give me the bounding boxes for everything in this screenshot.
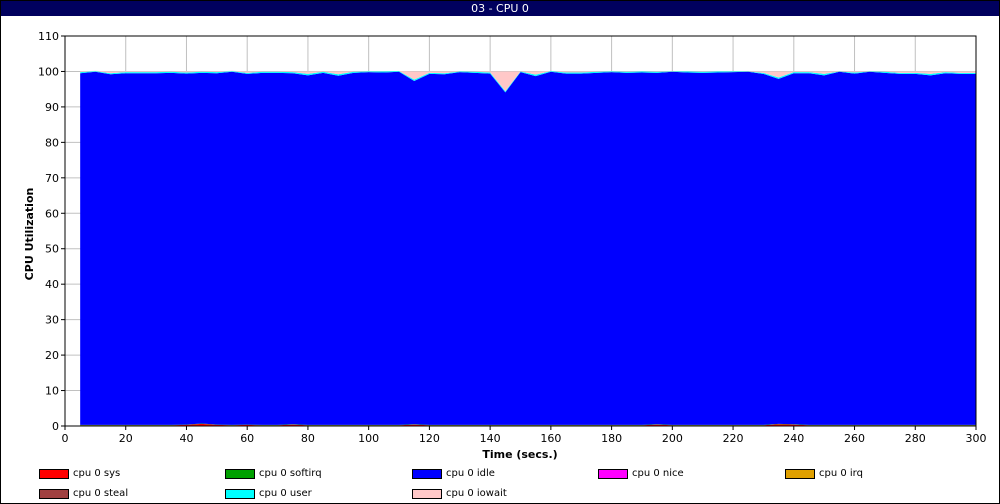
chart-window: 03 - CPU 0 0 10 20 30 40 50 60 70 80 90 100 110 0 20…: [0, 0, 1000, 504]
x-tick-label: 200: [662, 432, 683, 445]
legend-label: cpu 0 nice: [632, 468, 684, 479]
area-cpu-0-idle: [80, 71, 976, 425]
y-tick-label: 0: [52, 420, 59, 433]
x-tick-label: 180: [601, 432, 622, 445]
y-tick-label: 70: [45, 172, 59, 185]
y-tick-label: 20: [45, 349, 59, 362]
x-axis-label: Time (secs.): [482, 448, 557, 461]
x-tick-label: 40: [179, 432, 193, 445]
x-tick-label: 80: [301, 432, 315, 445]
y-tick-label: 100: [38, 65, 59, 78]
legend-label: cpu 0 idle: [446, 468, 495, 479]
y-axis: 0 10 20 30 40 50 60 70 80 90 100 110: [38, 30, 65, 433]
y-tick-label: 60: [45, 207, 59, 220]
legend-label: cpu 0 irq: [819, 468, 863, 479]
legend-swatch: [412, 469, 442, 479]
legend-label: cpu 0 steal: [73, 488, 129, 499]
y-tick-label: 110: [38, 30, 59, 43]
legend-swatch: [598, 469, 628, 479]
x-tick-label: 300: [966, 432, 987, 445]
x-axis: 0 20 40 60 80 100 120 140 160 180 200 220 240 260 280 3…: [62, 426, 987, 445]
legend-swatch: [39, 489, 69, 499]
y-tick-label: 10: [45, 385, 59, 398]
legend-swatch: [39, 469, 69, 479]
y-axis-label: CPU Utilization: [23, 188, 36, 281]
y-tick-label: 80: [45, 136, 59, 149]
y-tick-label: 40: [45, 278, 59, 291]
legend: cpu 0 sys cpu 0 softirq cpu 0 idle cpu 0 ni…: [1, 464, 999, 504]
x-tick-label: 280: [905, 432, 926, 445]
x-tick-label: 220: [723, 432, 744, 445]
y-tick-label: 30: [45, 314, 59, 327]
x-tick-label: 140: [480, 432, 501, 445]
x-tick-label: 0: [62, 432, 69, 445]
legend-swatch: [225, 469, 255, 479]
series-areas: [80, 70, 976, 426]
legend-label: cpu 0 softirq: [259, 468, 322, 479]
window-title: 03 - CPU 0: [1, 1, 999, 16]
x-tick-label: 260: [844, 432, 865, 445]
legend-swatch: [225, 489, 255, 499]
legend-label: cpu 0 iowait: [446, 488, 507, 499]
x-tick-label: 100: [358, 432, 379, 445]
legend-label: cpu 0 sys: [73, 468, 121, 479]
legend-swatch: [785, 469, 815, 479]
x-tick-label: 120: [419, 432, 440, 445]
legend-label: cpu 0 user: [259, 488, 312, 499]
chart-plot: 0 10 20 30 40 50 60 70 80 90 100 110 0 20 40 60 80 100 12…: [23, 30, 987, 461]
x-tick-label: 160: [540, 432, 561, 445]
x-tick-label: 20: [119, 432, 133, 445]
y-tick-label: 90: [45, 101, 59, 114]
y-tick-label: 50: [45, 243, 59, 256]
x-tick-label: 240: [783, 432, 804, 445]
x-tick-label: 60: [240, 432, 254, 445]
legend-swatch: [412, 489, 442, 499]
